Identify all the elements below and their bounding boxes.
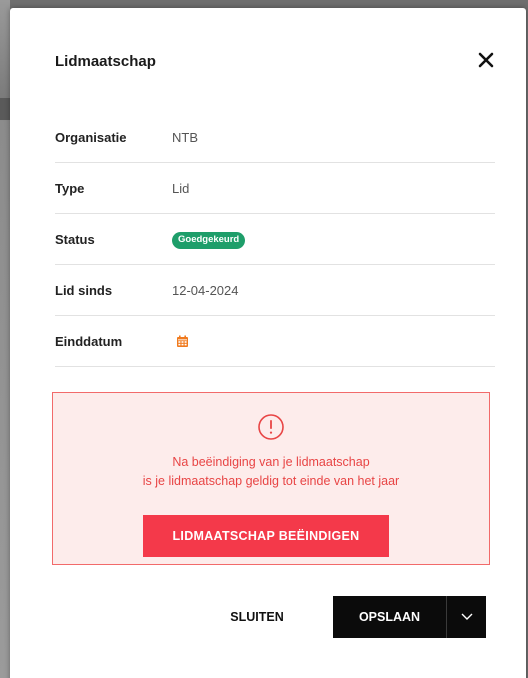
modal-title: Lidmaatschap	[55, 53, 156, 70]
detail-label: Lid sinds	[55, 282, 113, 298]
detail-row-einddatum: Einddatum	[55, 316, 495, 367]
detail-label: Organisatie	[55, 129, 127, 145]
end-membership-button[interactable]: LIDMAATSCHAP BEËINDIGEN	[143, 515, 389, 557]
close-button[interactable]	[476, 50, 496, 70]
chevron-down-icon	[461, 613, 472, 620]
close-icon	[478, 52, 494, 68]
end-date-picker[interactable]	[172, 335, 189, 348]
detail-label: Type	[55, 180, 85, 196]
detail-value: NTB	[172, 129, 198, 145]
save-options-dropdown[interactable]	[447, 596, 486, 638]
warning-line-2: is je lidmaatschap geldig tot einde van …	[142, 474, 400, 488]
save-button-group: OPSLAAN	[333, 596, 486, 638]
detail-label: Einddatum	[55, 333, 123, 349]
modal-header: Lidmaatschap	[10, 8, 526, 112]
warning-line-1: Na beëindiging van je lidmaatschap	[172, 455, 370, 469]
backdrop-shadow	[0, 98, 10, 120]
detail-row-lid-sinds: Lid sinds 12-04-2024	[55, 265, 495, 316]
close-text-button[interactable]: SLUITEN	[217, 596, 297, 638]
modal-footer: SLUITEN OPSLAAN	[10, 596, 526, 638]
termination-warning: Na beëindiging van je lidmaatschap is je…	[52, 392, 490, 565]
save-button[interactable]: OPSLAAN	[333, 596, 446, 638]
detail-row-status: Status Goedgekeurd	[55, 214, 495, 265]
detail-row-organisatie: Organisatie NTB	[55, 112, 495, 163]
warning-message: Na beëindiging van je lidmaatschap is je…	[53, 453, 489, 491]
detail-value: Goedgekeurd	[172, 230, 246, 249]
detail-label: Status	[55, 231, 95, 247]
detail-row-type: Type Lid	[55, 163, 495, 214]
status-badge: Goedgekeurd	[172, 231, 246, 249]
calendar-icon[interactable]	[176, 335, 189, 348]
exclamation-circle-icon	[257, 413, 285, 441]
detail-value: 12-04-2024	[172, 282, 239, 298]
detail-value: Lid	[172, 180, 190, 196]
membership-details: Organisatie NTB Type Lid Status Goedgeke…	[55, 112, 495, 367]
membership-modal: Lidmaatschap Organisatie NTB Type Lid St…	[10, 8, 526, 678]
